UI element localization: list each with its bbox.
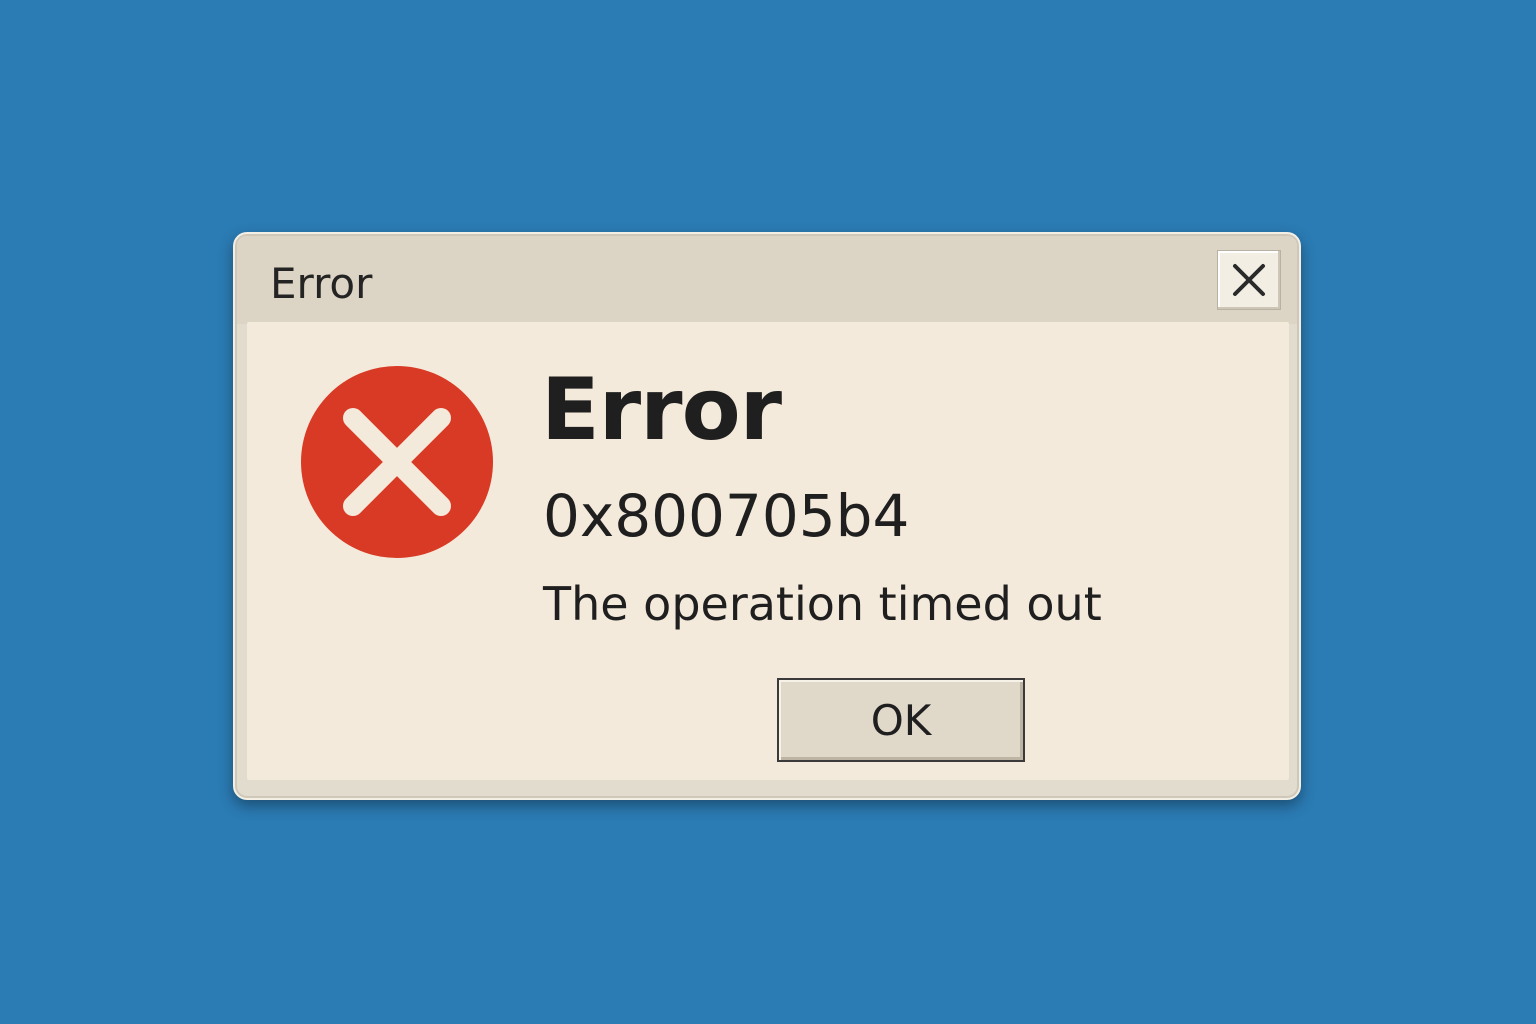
close-button[interactable] (1217, 250, 1281, 310)
error-message: The operation timed out (543, 577, 1102, 631)
close-icon (1233, 264, 1265, 296)
title-bar[interactable]: Error (237, 236, 1297, 324)
window-title: Error (270, 259, 373, 308)
error-x-circle-icon (301, 366, 493, 558)
error-dialog: Error Error 0x800705b4 The operation tim… (233, 232, 1301, 800)
error-heading: Error (541, 360, 782, 460)
error-code: 0x800705b4 (543, 482, 910, 550)
ok-button[interactable]: OK (777, 678, 1025, 762)
dialog-body: Error 0x800705b4 The operation timed out… (247, 322, 1289, 780)
